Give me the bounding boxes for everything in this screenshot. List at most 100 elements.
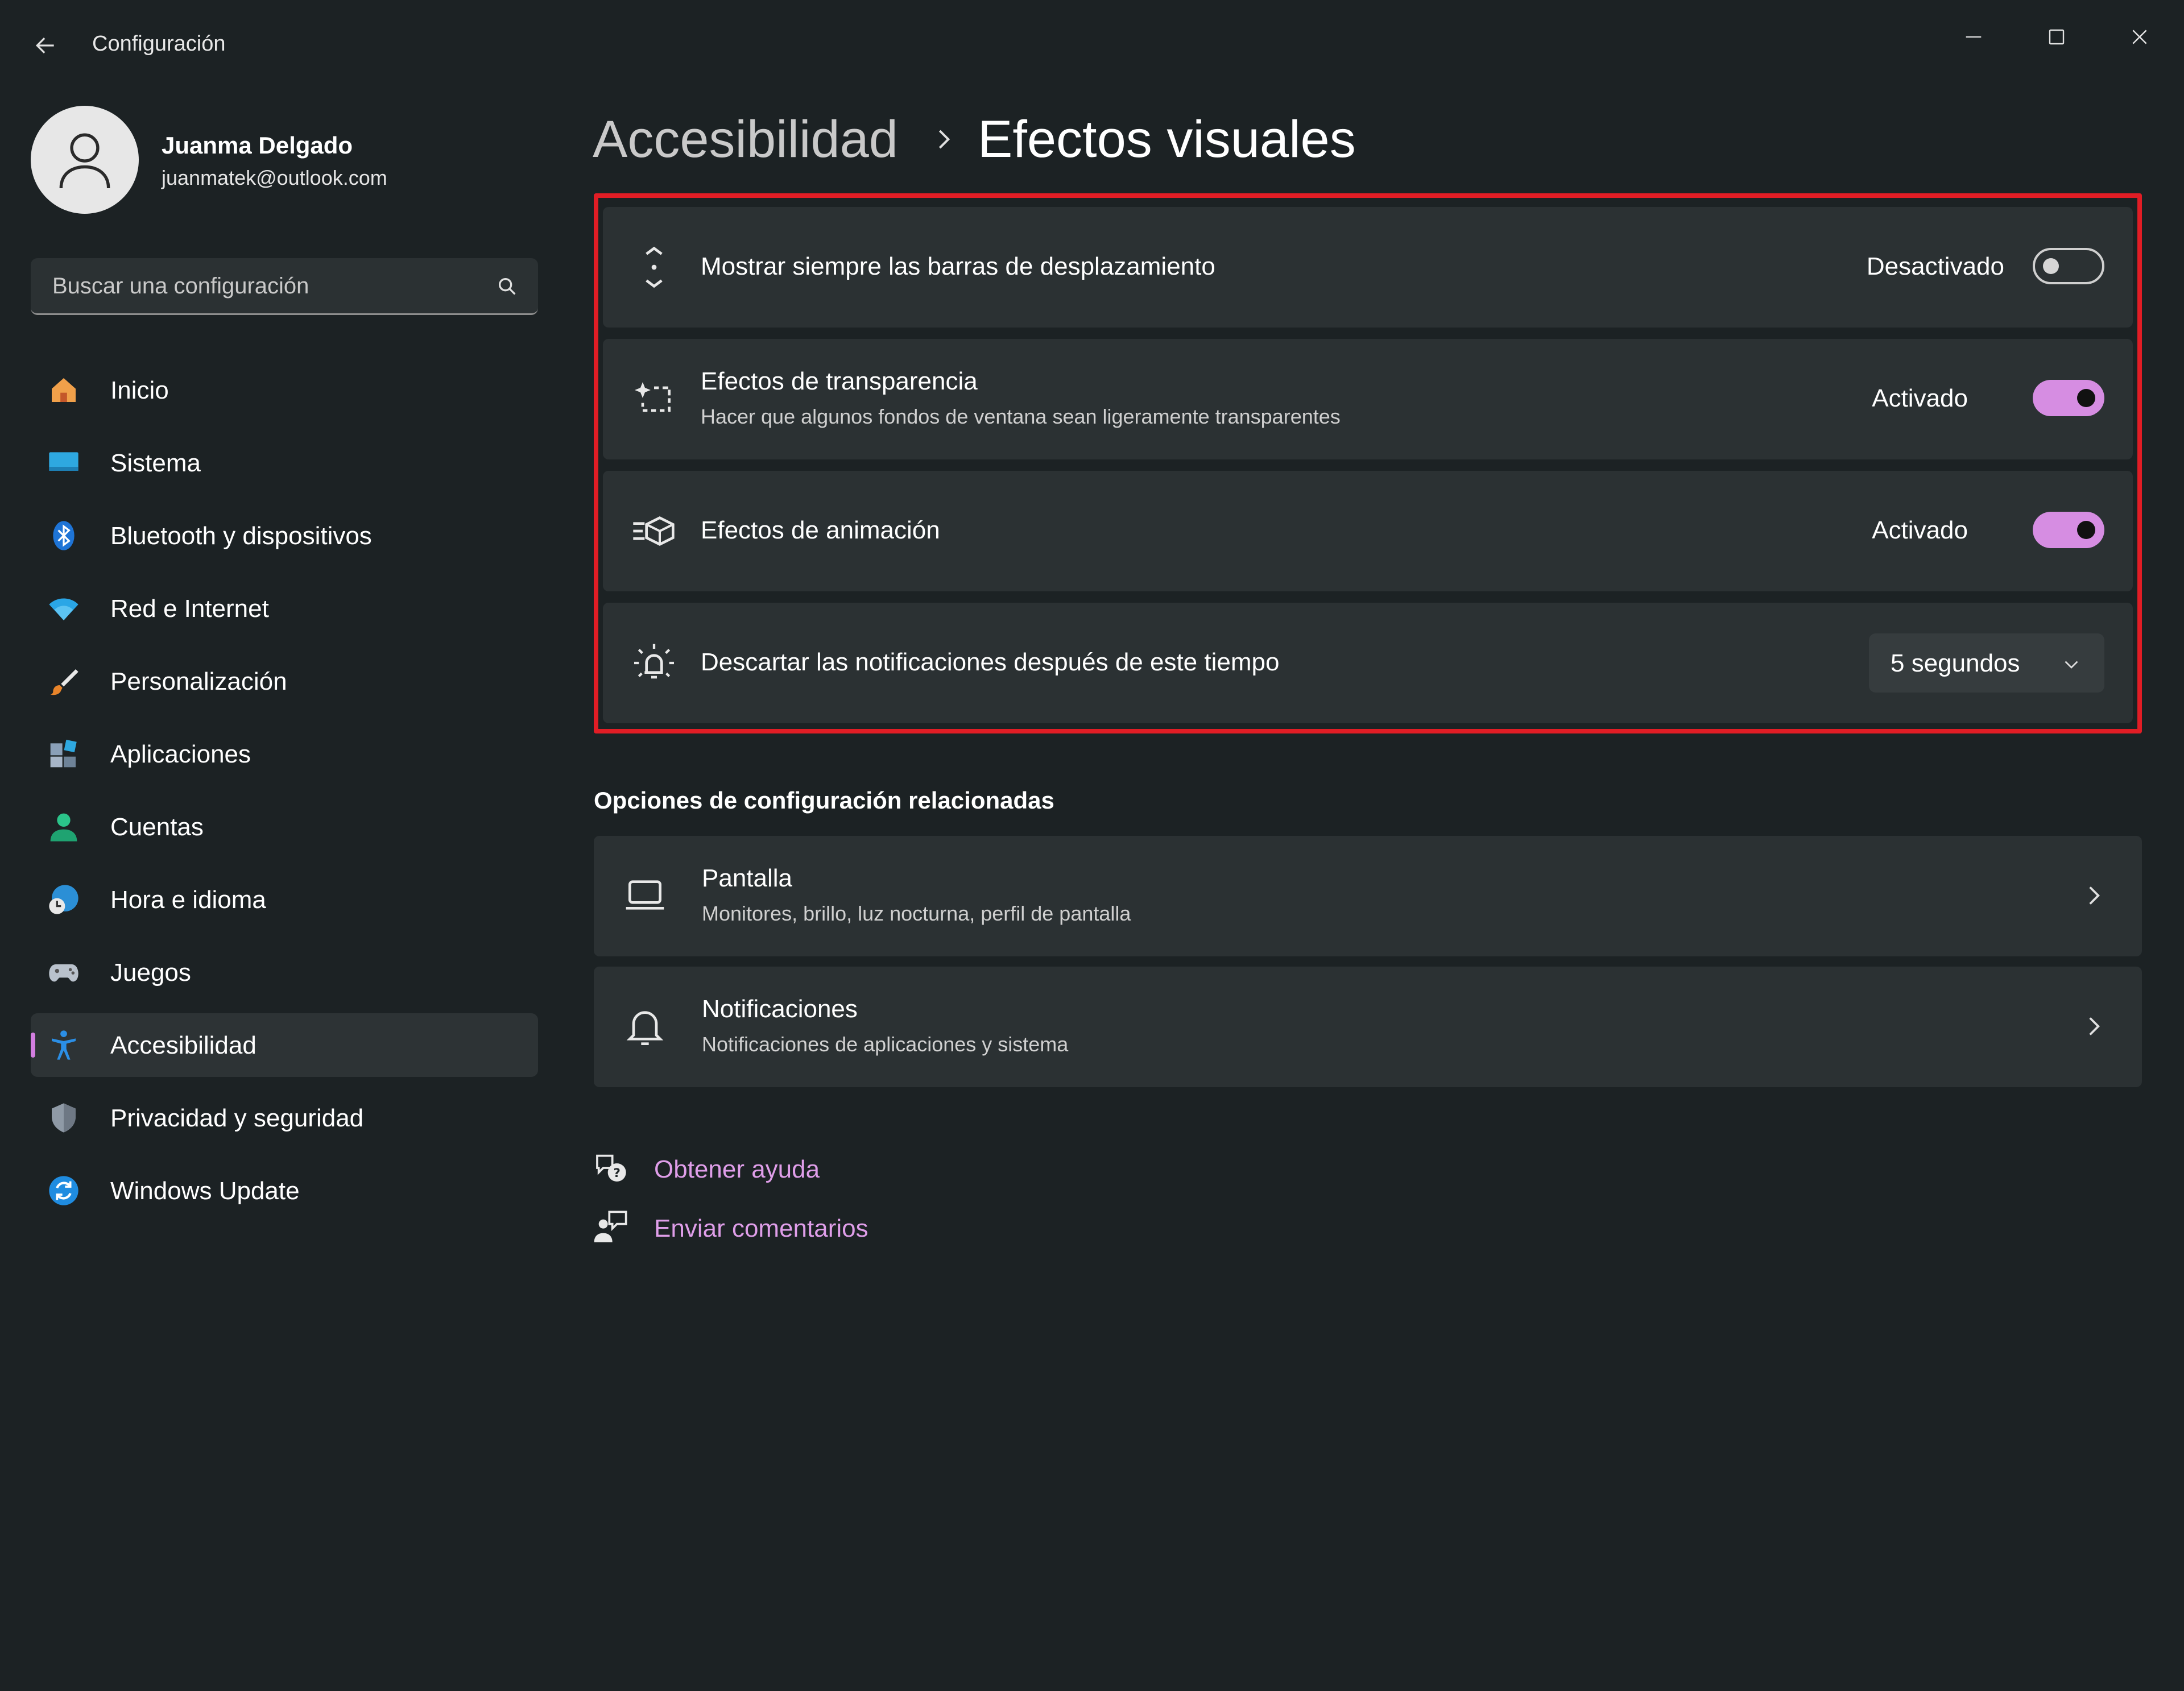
toggle-state-label: Activado <box>1872 516 1968 544</box>
chevron-right-icon <box>938 130 950 149</box>
breadcrumb: Accesibilidad Efectos visuales <box>593 108 1356 171</box>
related-notificaciones[interactable]: Notificaciones Notificaciones de aplicac… <box>594 967 2142 1087</box>
feedback-icon <box>594 1211 627 1242</box>
wifi-icon <box>49 598 78 620</box>
sidebar-item-label: Windows Update <box>110 1177 300 1205</box>
setting-scrollbars: Mostrar siempre las barras de desplazami… <box>603 207 2133 328</box>
related-pantalla[interactable]: Pantalla Monitores, brillo, luz nocturna… <box>594 836 2142 956</box>
gamepad-icon <box>49 964 78 982</box>
minimize-icon <box>1966 36 1982 38</box>
related-subtitle: Monitores, brillo, luz nocturna, perfil … <box>702 902 1131 925</box>
notification-sparkle-icon <box>634 644 674 679</box>
maximize-button[interactable] <box>2022 11 2091 63</box>
animation-toggle[interactable] <box>2033 512 2104 548</box>
sidebar-item-sistema[interactable]: Sistema <box>31 431 538 495</box>
sidebar-item-label: Cuentas <box>110 813 204 841</box>
scrollbar-icon <box>646 246 663 288</box>
user-profile[interactable]: Juanma Delgado juanmatek@outlook.com <box>31 106 543 214</box>
toggle-knob <box>2077 389 2095 407</box>
shield-icon <box>52 1103 76 1133</box>
sidebar-item-label: Aplicaciones <box>110 740 251 768</box>
related-subtitle: Notificaciones de aplicaciones y sistema <box>702 1033 1069 1056</box>
related-title: Notificaciones <box>702 995 858 1023</box>
scrollbars-toggle[interactable] <box>2033 248 2104 284</box>
sidebar-item-personalizacion[interactable]: Personalización <box>31 649 538 713</box>
sidebar-item-inicio[interactable]: Inicio <box>31 358 538 422</box>
sidebar-item-label: Inicio <box>110 376 169 404</box>
setting-animation: Efectos de animación Activado <box>603 471 2133 591</box>
sidebar-item-cuentas[interactable]: Cuentas <box>31 795 538 859</box>
person-icon <box>50 813 77 842</box>
transparency-icon <box>635 382 671 412</box>
sidebar-item-label: Juegos <box>110 959 191 987</box>
setting-title: Efectos de animación <box>701 516 940 544</box>
sidebar-item-windows-update[interactable]: Windows Update <box>31 1159 538 1222</box>
sidebar-item-aplicaciones[interactable]: Aplicaciones <box>31 722 538 786</box>
selection-indicator <box>31 1033 35 1058</box>
setting-transparency: Efectos de transparencia Hacer que algun… <box>603 339 2133 459</box>
title-bar: Configuración <box>0 0 2184 91</box>
monitor-icon <box>49 452 78 471</box>
chevron-right-icon <box>2089 1017 2100 1035</box>
sidebar-item-accesibilidad[interactable]: Accesibilidad <box>31 1013 538 1077</box>
search-input[interactable] <box>51 258 486 314</box>
sidebar-item-label: Accesibilidad <box>110 1031 257 1059</box>
update-icon <box>49 1176 78 1205</box>
home-icon <box>52 378 76 402</box>
app-title: Configuración <box>92 32 226 56</box>
close-button[interactable] <box>2106 11 2174 63</box>
search-icon[interactable] <box>496 275 519 298</box>
close-icon <box>2132 30 2147 44</box>
globe-clock-icon <box>49 885 78 914</box>
settings-window: Configuración Juanma Delgado juanmatek@o… <box>0 0 2184 1691</box>
sidebar-item-label: Sistema <box>110 449 201 477</box>
toggle-knob <box>2043 258 2059 274</box>
page-title: Efectos visuales <box>977 110 1356 168</box>
transparency-toggle[interactable] <box>2033 380 2104 416</box>
setting-title: Efectos de transparencia <box>701 367 978 395</box>
svg-text:?: ? <box>613 1166 620 1180</box>
accessibility-icon <box>52 1030 76 1060</box>
breadcrumb-parent[interactable]: Accesibilidad <box>593 110 898 169</box>
bell-icon <box>626 1011 664 1045</box>
help-chat-icon: ? <box>596 1154 626 1182</box>
sidebar-item-bluetooth[interactable]: Bluetooth y dispositivos <box>31 504 538 567</box>
user-name: Juanma Delgado <box>162 132 353 159</box>
laptop-icon <box>626 880 664 910</box>
setting-title: Mostrar siempre las barras de desplazami… <box>701 252 1215 280</box>
search-box <box>31 258 538 315</box>
minimize-button[interactable] <box>1939 11 2008 63</box>
sidebar-item-red[interactable]: Red e Internet <box>31 577 538 640</box>
apps-icon <box>50 739 77 768</box>
chevron-down-icon <box>2065 661 2078 669</box>
toggle-knob <box>2077 521 2095 539</box>
sidebar-item-privacidad[interactable]: Privacidad y seguridad <box>31 1086 538 1150</box>
setting-subtitle: Hacer que algunos fondos de ventana sean… <box>701 405 1341 428</box>
sidebar-item-label: Privacidad y seguridad <box>110 1104 364 1132</box>
toggle-state-label: Activado <box>1872 384 1968 412</box>
sidebar-item-label: Bluetooth y dispositivos <box>110 522 372 550</box>
bluetooth-icon <box>53 521 75 550</box>
related-title: Pantalla <box>702 864 793 892</box>
get-help-label: Obtener ayuda <box>654 1155 820 1183</box>
arrow-left-icon <box>35 37 54 54</box>
maximize-icon <box>2049 29 2065 45</box>
related-settings-heading: Opciones de configuración relacionadas <box>594 787 1054 814</box>
send-feedback-label: Enviar comentarios <box>654 1215 868 1242</box>
toggle-state-label: Desactivado <box>1866 252 2004 280</box>
setting-title: Descartar las notificaciones después de … <box>701 648 1280 676</box>
sidebar-item-label: Personalización <box>110 668 287 695</box>
sidebar-item-hora[interactable]: Hora e idioma <box>31 868 538 931</box>
setting-notification-timeout: Descartar las notificaciones después de … <box>603 603 2133 723</box>
avatar[interactable] <box>31 106 139 214</box>
chevron-right-icon <box>2089 886 2100 905</box>
notification-timeout-dropdown[interactable]: 5 segundos <box>1869 633 2104 693</box>
brush-icon <box>50 669 78 695</box>
back-button[interactable] <box>23 23 68 68</box>
sidebar-item-label: Hora e idioma <box>110 886 266 914</box>
sidebar-item-juegos[interactable]: Juegos <box>31 940 538 1004</box>
sidebar-item-label: Red e Internet <box>110 595 269 623</box>
dropdown-value: 5 segundos <box>1891 649 2020 677</box>
user-email: juanmatek@outlook.com <box>162 166 387 189</box>
person-outline-icon <box>59 133 110 189</box>
